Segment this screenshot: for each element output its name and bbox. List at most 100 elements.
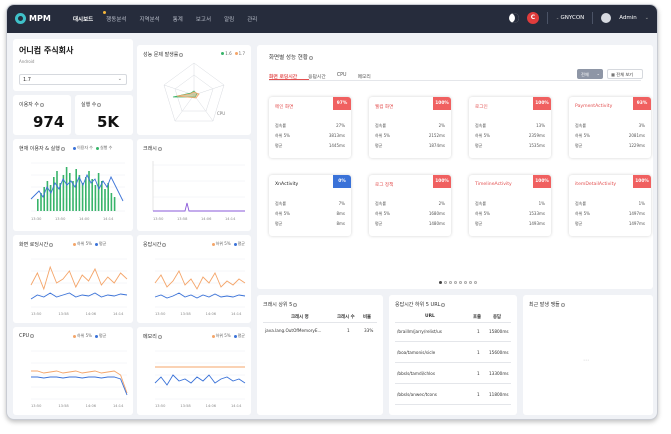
metric-row: 하위 5% 2359ms	[475, 133, 545, 139]
screen-name: PaymentActivity	[575, 104, 613, 109]
tab-cpu[interactable]: CPU	[337, 73, 347, 80]
page-dot[interactable]	[439, 281, 442, 284]
info-icon[interactable]	[441, 302, 446, 307]
page-dot[interactable]	[459, 281, 462, 284]
main-menu: 대시보드 행동분석 지역분석 통계 보고서 알림 관리	[73, 15, 257, 23]
metric-label: 평균	[275, 143, 283, 148]
x-tick: 13:50	[55, 217, 66, 221]
metric-row: 접속률 1%	[475, 201, 545, 207]
logo[interactable]: MPM	[15, 13, 51, 24]
metric-value: 2%	[438, 201, 445, 206]
screen-name: XnActivity	[275, 182, 299, 187]
score-badge: 93%	[633, 97, 651, 110]
menu-alert[interactable]: 알림	[224, 15, 234, 23]
metric-value: 1%	[538, 201, 545, 206]
x-tick: 14:06	[86, 312, 97, 316]
company-card: 어니컴 주식회사 Android 1.7 ⌄	[13, 39, 133, 91]
filter-select[interactable]: 전체 ⌄	[577, 69, 603, 79]
users-value: 974	[33, 113, 65, 131]
screen-metric-card[interactable]: itemDetailActivity 100% 접속률 1% 하위 5% 1497ms 평균…	[569, 175, 651, 236]
screen-metric-card[interactable]: 로그인 100% 접속률 13% 하위 5% 2359ms 평균 1535ms	[469, 97, 551, 158]
filter-value: 전체	[581, 72, 589, 77]
metric-label: 접속률	[375, 123, 387, 128]
page-dot[interactable]	[469, 281, 472, 284]
info-icon[interactable]	[560, 302, 565, 307]
metric-value: 1497ms	[628, 221, 645, 226]
info-icon[interactable]	[40, 102, 44, 107]
header-divider	[263, 322, 377, 323]
user-name[interactable]: Admin	[619, 15, 637, 21]
calls-cell: 1	[477, 329, 480, 334]
crash-ratio-cell: 33%	[364, 328, 374, 333]
metric-label: 접속률	[575, 201, 587, 206]
tab-response[interactable]: 응답시간	[308, 73, 326, 80]
cpu-card: CPU 하위 5% 평균 13:50 13:58 14:06 14:14	[13, 327, 133, 415]
metric-value: 2%	[438, 123, 445, 128]
series-bottom5-line	[154, 270, 246, 290]
app-window: MPM 대시보드 행동분석 지역분석 통계 보고서 알림 관리 C ⌄ GNYC…	[6, 4, 658, 420]
menu-dashboard[interactable]: 대시보드	[73, 15, 93, 23]
score-badge: 100%	[633, 175, 651, 188]
metric-row: 평균 1497ms	[575, 221, 645, 227]
page-dot[interactable]	[474, 281, 477, 284]
info-icon[interactable]	[308, 55, 313, 60]
tab-memory[interactable]: 메모리	[358, 73, 371, 80]
score-badge: 0%	[333, 175, 351, 188]
page-dot[interactable]	[454, 281, 457, 284]
metric-label: 접속률	[475, 123, 487, 128]
screen-name: 로그 정책	[375, 183, 394, 188]
page-dot[interactable]	[444, 281, 447, 284]
os-label: Android	[19, 59, 35, 64]
x-tick: 13:58	[180, 404, 191, 408]
exec-label: 실행 수	[81, 101, 102, 108]
x-tick: 14:00	[79, 217, 90, 221]
performance-title: 화면별 성능 현황	[269, 53, 313, 61]
x-tick: 14:06	[206, 404, 217, 408]
nav-right: C ⌄ GNYCON Admin ⌄	[508, 12, 649, 24]
company-name: 어니컴 주식회사	[19, 46, 74, 55]
screen-metric-card[interactable]: XnActivity 0% 접속률 7% 하위 5% 8ms 평균 8ms	[269, 175, 351, 236]
chevron-down-icon[interactable]: ⌄	[645, 15, 649, 21]
screen-name: itemDetailActivity	[575, 182, 617, 187]
cpu-chart: 13:50 13:58 14:06 14:14	[31, 350, 128, 408]
metric-value: 1497ms	[628, 211, 645, 216]
exec-value: 5K	[97, 113, 120, 131]
version-select[interactable]: 1.7 ⌄	[19, 74, 127, 85]
metric-value: 7%	[338, 201, 345, 206]
x-tick: 13:50	[155, 404, 166, 408]
radar-card: 성능 문제 발생률 1.6 1.7 CPU	[137, 45, 251, 135]
col-header: 응답	[493, 315, 502, 320]
url-cell: /braillm/jarry/relist/us	[397, 329, 442, 334]
current-users-chart: 13:30 13:50 14:00 14:14	[30, 162, 125, 221]
current-users-card: 현재 이용자 & 실행 이용자 수 실행 수 13:30 13:50 14:00…	[13, 139, 133, 231]
project-selector[interactable]: ⌄ GNYCON	[556, 15, 584, 21]
series-bottom5-line	[31, 370, 128, 394]
menu-stats[interactable]: 통계	[173, 15, 183, 23]
page-dot[interactable]	[449, 281, 452, 284]
screen-metric-card[interactable]: 메인 화면 97% 접속률 27% 하위 5% 3813ms 평균 1445ms	[269, 97, 351, 158]
menu-behavior[interactable]: 행동분석	[106, 15, 126, 23]
metric-value: 3813ms	[328, 133, 345, 138]
bar	[85, 177, 87, 211]
row-divider	[395, 383, 511, 384]
avatar[interactable]	[601, 13, 612, 23]
response-chart: 13:50 13:58 14:06 14:14	[154, 258, 246, 316]
screen-metric-card[interactable]: 웰컴 화면 100% 접속률 2% 하위 5% 2152ms 평균 1874ms	[369, 97, 451, 158]
menu-region[interactable]: 지역분석	[140, 15, 160, 23]
page-dot[interactable]	[464, 281, 467, 284]
screen-metric-card[interactable]: TimelineActivity 100% 접속률 1% 하위 5% 1533ms 평균 14…	[469, 175, 551, 236]
brand-logo-icon[interactable]: C	[526, 12, 539, 24]
metric-label: 평균	[375, 143, 383, 148]
screen-metric-card[interactable]: PaymentActivity 93% 접속률 3% 하위 5% 2081ms 평균 1229…	[569, 97, 651, 158]
menu-admin[interactable]: 관리	[247, 15, 257, 23]
crash-name-cell: java.lang.OutOfMemoryE...	[265, 328, 322, 333]
metric-row: 하위 5% 8ms	[275, 211, 345, 217]
moon-icon[interactable]	[508, 13, 519, 23]
screen-metric-card[interactable]: 로그 정책 100% 접속률 2% 하위 5% 1680ms 평균 1480ms	[369, 175, 451, 236]
view-all-button[interactable]: ▦ 전체 보기	[607, 69, 643, 79]
response-url-card: 응답시간 하위 5 URL URL 호출 응답 /braillm/jarry/r…	[389, 295, 517, 415]
menu-report[interactable]: 보고서	[196, 15, 211, 23]
col-header: URL	[425, 314, 435, 319]
info-icon[interactable]	[97, 102, 102, 107]
info-icon[interactable]	[293, 302, 298, 307]
